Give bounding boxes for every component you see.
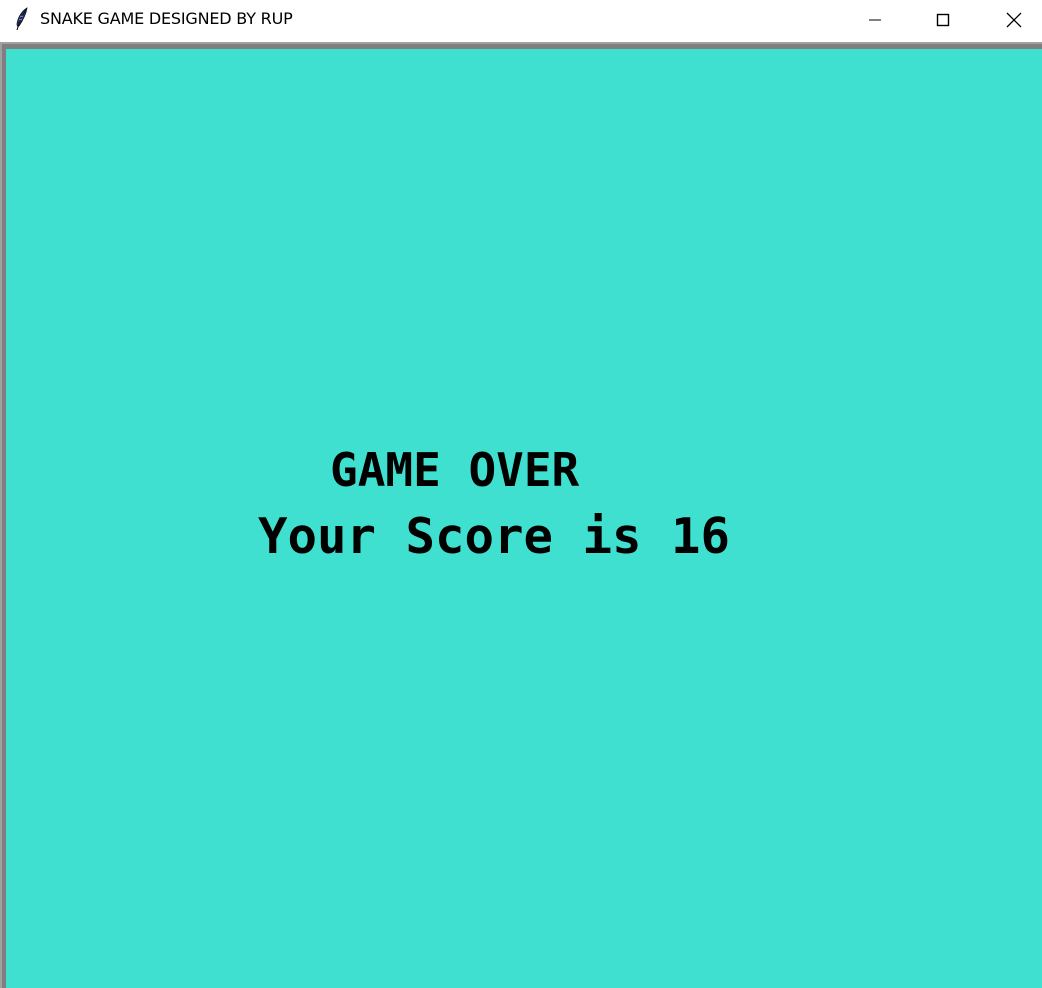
close-icon: [1005, 11, 1023, 29]
canvas-bevel-left: [0, 42, 2, 988]
game-over-text: GAME OVER: [330, 443, 580, 497]
minimize-icon: [867, 12, 883, 28]
minimize-button[interactable]: [852, 0, 898, 40]
maximize-button[interactable]: [920, 0, 966, 40]
close-button[interactable]: [991, 0, 1037, 40]
final-score-text: Your Score is 16: [258, 508, 731, 565]
maximize-icon: [935, 12, 951, 28]
title-bar[interactable]: SNAKE GAME DESIGNED BY RUP: [0, 0, 1042, 42]
feather-icon: [12, 6, 32, 34]
window-title: SNAKE GAME DESIGNED BY RUP: [40, 9, 293, 28]
app-window: SNAKE GAME DESIGNED BY RUP GAME OVER You…: [0, 0, 1042, 988]
canvas-bevel-top: [0, 42, 1042, 44]
